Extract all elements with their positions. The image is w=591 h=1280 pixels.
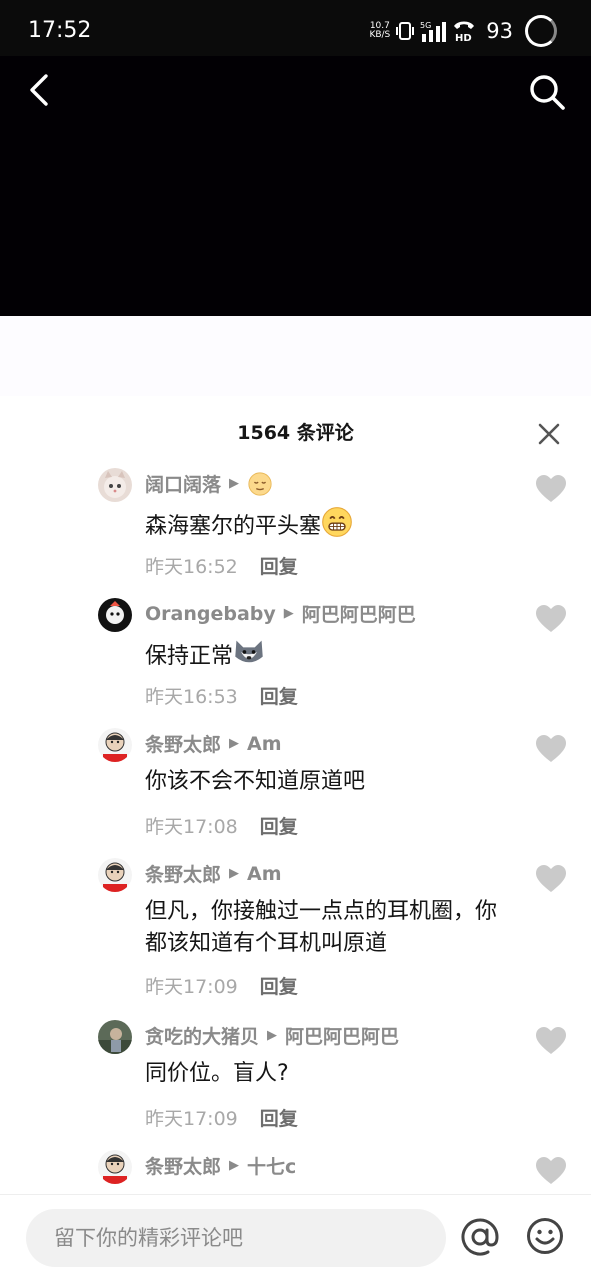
vibrate-icon [396, 22, 415, 40]
comment-meta: 昨天17:08 回复 [145, 812, 298, 839]
heart-icon[interactable] [535, 734, 567, 764]
comment-meta: 昨天17:09 回复 [145, 972, 298, 999]
avatar[interactable] [98, 1020, 132, 1054]
comment-meta: 昨天17:09 回复 [145, 1104, 298, 1131]
comments-title: 1564 条评论 [237, 422, 354, 444]
comment-time: 昨天17:08 [145, 816, 238, 838]
battery-level: 93 [486, 19, 513, 43]
reply-arrow-icon: ▶ [229, 476, 240, 491]
reply-button[interactable]: 回复 [260, 972, 298, 999]
avatar[interactable] [98, 858, 132, 892]
reply-button[interactable]: 回复 [260, 682, 298, 709]
avatar[interactable] [98, 728, 132, 762]
comment-header: 阔口阔落 ▶ [145, 470, 273, 497]
svg-text:HD: HD [455, 33, 472, 42]
comment-time: 昨天16:53 [145, 686, 238, 708]
comment-text: 森海塞尔的平头塞 [145, 506, 515, 543]
comment-username[interactable]: 贪吃的大猪贝 [145, 1022, 259, 1049]
avatar[interactable] [98, 1150, 132, 1184]
reply-arrow-icon: ▶ [229, 736, 240, 751]
comment-time: 昨天17:09 [145, 976, 238, 998]
husky-dog-emoji [235, 640, 263, 663]
comment-header: 条野太郎 ▶ Am [145, 860, 282, 887]
heart-icon[interactable] [535, 604, 567, 634]
reply-to-username[interactable]: Am [247, 863, 282, 885]
comment-input[interactable] [26, 1209, 446, 1267]
comment-text: 你该不会不知道原道吧 [145, 769, 366, 794]
svg-text:5G: 5G [420, 21, 431, 30]
avatar[interactable] [98, 468, 132, 502]
reply-button[interactable]: 回复 [260, 812, 298, 839]
smiley-icon[interactable] [526, 1217, 564, 1255]
reply-button[interactable]: 回复 [260, 1104, 298, 1131]
comment-composer [0, 1194, 591, 1280]
comment-header: 条野太郎 ▶ 十七c [145, 1152, 296, 1179]
reply-arrow-icon: ▶ [283, 606, 294, 621]
relieved-face-emoji [248, 471, 272, 496]
network-speed: 10.7 KB/S [369, 21, 391, 40]
comment-text: 保持正常 [145, 636, 515, 673]
reply-to-username[interactable]: Am [247, 733, 282, 755]
dark-avatar-icon [98, 598, 132, 632]
comment-header: Orangebaby ▶ 阿巴阿巴阿巴 [145, 600, 416, 627]
reply-to-username[interactable]: 阿巴阿巴阿巴 [302, 600, 416, 627]
comment-header: 条野太郎 ▶ Am [145, 730, 282, 757]
grin-emoji [322, 507, 352, 537]
video-bottom-spacer [0, 316, 591, 396]
cartoon-man-avatar-icon [98, 1150, 132, 1184]
status-bar: 17:52 10.7 KB/S 5G HD 93 [0, 0, 591, 56]
comment-time: 昨天17:09 [145, 1108, 238, 1130]
close-icon[interactable] [537, 422, 561, 446]
comment-username[interactable]: 条野太郎 [145, 860, 221, 887]
avatar[interactable] [98, 598, 132, 632]
status-time: 17:52 [28, 18, 92, 43]
comment-header: 贪吃的大猪贝 ▶ 阿巴阿巴阿巴 [145, 1022, 399, 1049]
reply-to-username[interactable]: 十七c [247, 1152, 296, 1179]
reply-to-username[interactable]: 阿巴阿巴阿巴 [285, 1022, 399, 1049]
heart-icon[interactable] [535, 474, 567, 504]
comment-username[interactable]: 阔口阔落 [145, 470, 221, 497]
comment-username[interactable]: 条野太郎 [145, 730, 221, 757]
heart-icon[interactable] [535, 1156, 567, 1186]
photo-avatar-icon [98, 1020, 132, 1054]
reply-button[interactable]: 回复 [260, 552, 298, 579]
signal-5g-icon: 5G [420, 21, 447, 42]
comment-username[interactable]: 条野太郎 [145, 1152, 221, 1179]
comment-time: 昨天16:52 [145, 556, 238, 578]
comment-text: 但凡，你接触过一点点的耳机圈，你都该知道有个耳机叫原道 [145, 899, 498, 956]
comment-username[interactable]: Orangebaby [145, 603, 276, 625]
reply-arrow-icon: ▶ [229, 866, 240, 881]
chevron-left-icon[interactable] [22, 72, 58, 108]
status-icons: 10.7 KB/S 5G HD 93 [369, 14, 557, 48]
reply-arrow-icon: ▶ [229, 1158, 240, 1173]
cat-avatar-icon [98, 468, 132, 502]
at-icon[interactable] [460, 1217, 500, 1257]
hd-call-icon: HD [454, 21, 475, 42]
comment-text: 同价位。盲人? [145, 1061, 289, 1086]
comments-sheet: 1564 条评论 阔口阔落 ▶ 森海塞尔的平头塞 昨天16:52 回复 Oran… [0, 396, 591, 1196]
heart-icon[interactable] [535, 864, 567, 894]
video-area[interactable] [0, 56, 591, 316]
comment-meta: 昨天16:52 回复 [145, 552, 298, 579]
comment-meta: 昨天16:53 回复 [145, 682, 298, 709]
reply-arrow-icon: ▶ [267, 1028, 278, 1043]
heart-icon[interactable] [535, 1026, 567, 1056]
cartoon-man-avatar-icon [98, 728, 132, 762]
battery-ring-icon [525, 15, 557, 47]
cartoon-man-avatar-icon [98, 858, 132, 892]
search-icon[interactable] [527, 72, 567, 112]
